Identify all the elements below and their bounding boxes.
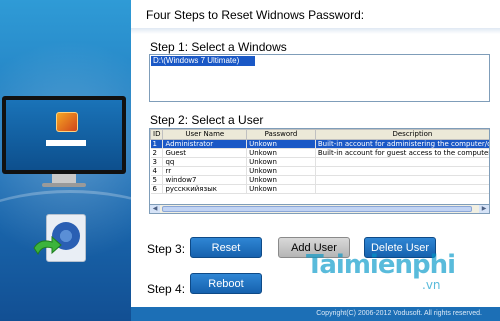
table-row[interactable]: 4 rr Unkown [150,166,489,176]
column-header-password[interactable]: Password [246,129,316,140]
scrollbar-thumb[interactable] [162,206,472,212]
table-row[interactable]: 6 руссккийязык Unkown [150,184,489,194]
cell-username: Guest [162,148,248,158]
cell-id: 5 [150,175,164,185]
cell-id: 3 [150,157,164,167]
left-graphic-panel [0,0,131,321]
watermark-text: Taimienphi [306,250,456,280]
table-row[interactable]: 5 window7 Unkown [150,175,489,185]
column-header-username[interactable]: User Name [162,129,248,140]
step3-label: Step 3: [147,242,186,256]
watermark-suffix: .vn [422,278,441,292]
cell-username: rr [162,166,248,176]
app-icon [32,210,90,268]
login-screen [6,100,122,170]
cell-password: Unkown [246,175,316,185]
watermark-logo: Taimienphi .vn [306,250,456,292]
scroll-left-icon[interactable]: ◀ [150,205,160,213]
cell-description [315,175,489,185]
column-header-description[interactable]: Description [314,129,489,140]
table-header-row: ID User Name Password Description [150,129,489,140]
monitor-icon [2,96,126,188]
header-band [131,28,500,34]
footer-copyright: Copyright(C) 2006-2012 Vodusoft. All rig… [131,307,500,321]
user-grid: ID User Name Password Description 1 Admi… [150,129,489,194]
password-box-graphic [46,140,86,146]
windows-list-item[interactable]: D:\(Windows 7 Ultimate) [151,56,255,66]
cell-password: Unkown [246,139,316,149]
scroll-right-icon[interactable]: ▶ [479,205,489,213]
cell-username: руссккийязык [162,184,248,194]
cell-password: Unkown [246,148,316,158]
cell-description: Built-in account for administering the c… [315,139,489,149]
cell-description [315,157,489,167]
cell-id: 6 [150,184,164,194]
reset-button[interactable]: Reset [190,237,262,258]
step1-label: Step 1: Select a Windows [150,40,287,54]
page-title: Four Steps to Reset Widnows Password: [146,8,365,22]
green-arrow-icon [33,236,62,256]
cell-description: Built-in account for guest access to the… [315,148,489,158]
step4-label: Step 4: [147,282,186,296]
cell-id: 1 [150,139,164,149]
cell-password: Unkown [246,157,316,167]
cell-username: Administrator [162,139,248,149]
monitor-base [42,183,86,187]
cell-password: Unkown [246,184,316,194]
step2-label: Step 2: Select a User [150,113,264,127]
cell-id: 4 [150,166,164,176]
user-tile-icon [56,112,78,132]
column-header-id[interactable]: ID [150,129,164,140]
reboot-button[interactable]: Reboot [190,273,262,294]
horizontal-scrollbar[interactable]: ◀ ▶ [149,204,490,214]
user-table[interactable]: ID User Name Password Description 1 Admi… [149,128,490,214]
monitor-screen [2,96,126,174]
table-row[interactable]: 1 Administrator Unkown Built-in account … [150,139,489,149]
cell-description [315,184,489,194]
windows-list[interactable]: D:\(Windows 7 Ultimate) [149,54,490,102]
table-row[interactable]: 2 Guest Unkown Built-in account for gues… [150,148,489,158]
cell-password: Unkown [246,166,316,176]
table-row[interactable]: 3 qq Unkown [150,157,489,167]
cell-username: qq [162,157,248,167]
cell-id: 2 [150,148,164,158]
cell-username: window7 [162,175,248,185]
cell-description [315,166,489,176]
